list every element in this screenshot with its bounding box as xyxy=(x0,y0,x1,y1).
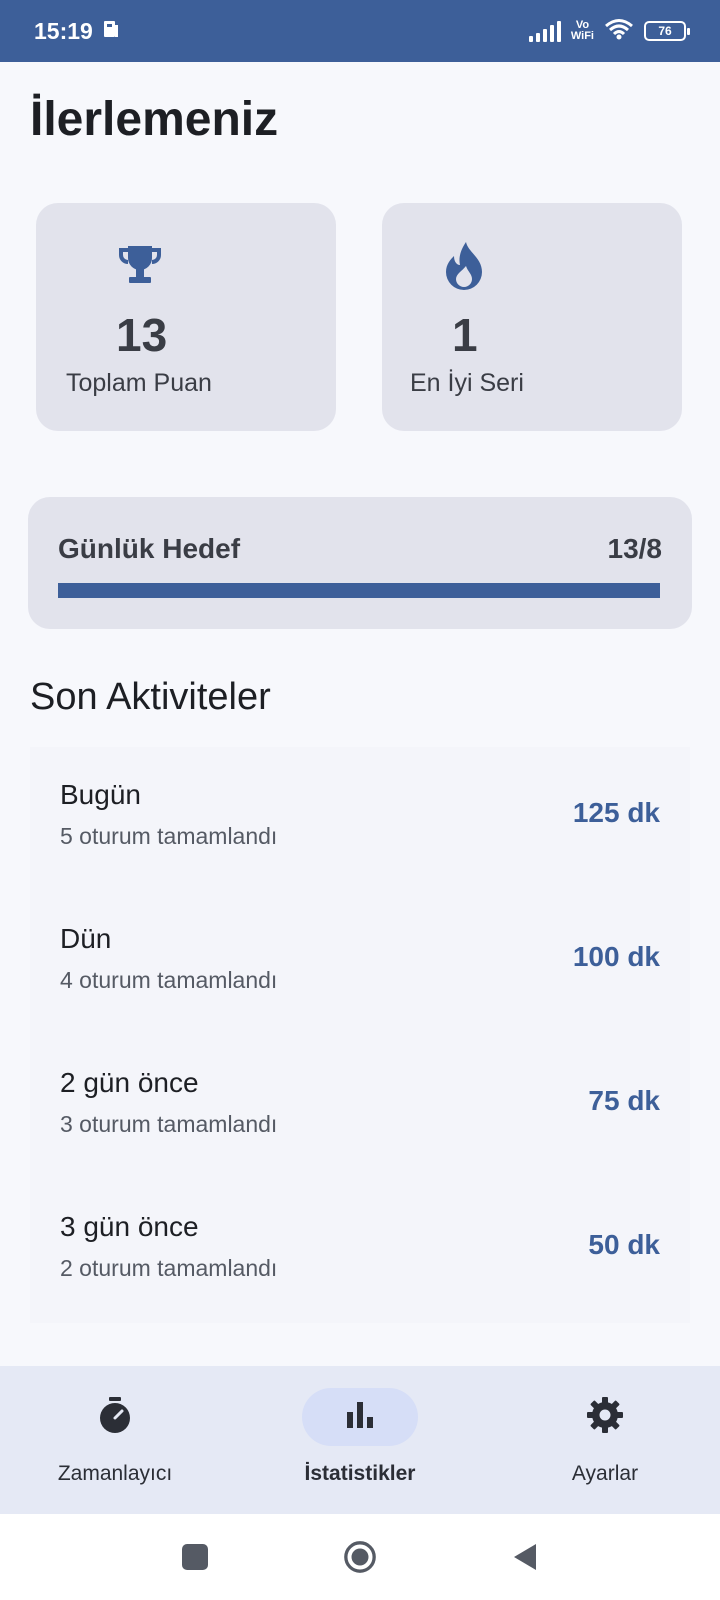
activity-row[interactable]: 2 gün önce 3 oturum tamamlandı 75 dk xyxy=(30,1035,690,1179)
stat-card-best-streak: 1 En İyi Seri xyxy=(382,203,682,431)
bottom-navigation: Zamanlayıcı İstatistikler Ayarlar xyxy=(0,1366,720,1514)
stat-value: 1 xyxy=(452,309,478,361)
activity-duration: 125 dk xyxy=(572,797,660,828)
stat-label: En İyi Seri xyxy=(410,369,524,397)
activity-row[interactable]: Dün 4 oturum tamamlandı 100 dk xyxy=(30,891,690,1035)
nav-label: Ayarlar xyxy=(571,1462,639,1485)
daily-goal-progress-bar xyxy=(58,583,660,598)
recent-activities-title: Son Aktiviteler xyxy=(30,676,271,718)
activity-duration: 50 dk xyxy=(588,1229,660,1260)
nav-label: İstatistikler xyxy=(304,1462,416,1485)
system-navigation-bar xyxy=(0,1514,720,1600)
activity-title: Dün xyxy=(60,923,112,954)
home-icon[interactable] xyxy=(343,1540,377,1574)
battery-icon: 76 xyxy=(644,21,690,41)
signal-icon xyxy=(528,20,561,42)
nav-label: Zamanlayıcı xyxy=(57,1462,173,1485)
activity-subtitle: 2 oturum tamamlandı xyxy=(60,1255,278,1281)
sim-icon xyxy=(101,18,121,45)
activity-title: Bugün xyxy=(60,779,141,810)
activity-title: 3 gün önce xyxy=(60,1211,199,1242)
stat-card-total-points: 13 Toplam Puan xyxy=(36,203,336,431)
activity-subtitle: 5 oturum tamamlandı xyxy=(60,823,278,849)
activity-subtitle: 4 oturum tamamlandı xyxy=(60,967,278,993)
activity-subtitle: 3 oturum tamamlandı xyxy=(60,1111,278,1137)
gear-icon xyxy=(585,1395,625,1440)
stat-value: 13 xyxy=(116,309,168,361)
nav-item-statistics[interactable]: İstatistikler xyxy=(260,1388,460,1498)
daily-goal-value: 13/8 xyxy=(607,533,663,564)
recents-icon[interactable] xyxy=(178,1540,212,1574)
trophy-icon xyxy=(114,239,166,291)
bar-chart-icon xyxy=(343,1398,377,1437)
wifi-icon xyxy=(604,18,634,45)
activity-duration: 75 dk xyxy=(588,1085,660,1116)
activity-row[interactable]: Bugün 5 oturum tamamlandı 125 dk xyxy=(30,747,690,891)
nav-item-timer[interactable]: Zamanlayıcı xyxy=(15,1388,215,1498)
activity-duration: 100 dk xyxy=(572,941,660,972)
flame-icon xyxy=(438,239,490,291)
nav-item-settings[interactable]: Ayarlar xyxy=(505,1388,705,1498)
daily-goal-progress-fill xyxy=(58,583,660,598)
stat-label: Toplam Puan xyxy=(66,369,212,397)
back-icon[interactable] xyxy=(508,1540,542,1574)
stopwatch-icon xyxy=(95,1395,135,1440)
page-title: İlerlemeniz xyxy=(30,93,279,146)
activity-title: 2 gün önce xyxy=(60,1067,199,1098)
vowifi-icon: Vo WiFi xyxy=(570,19,594,42)
activity-row[interactable]: 3 gün önce 2 oturum tamamlandı 50 dk xyxy=(30,1179,690,1323)
status-time: 15:19 xyxy=(34,17,93,44)
daily-goal-label: Günlük Hedef xyxy=(58,533,241,564)
daily-goal-card: Günlük Hedef 13/8 xyxy=(28,497,692,629)
status-bar: 15:19 Vo WiFi 76 xyxy=(0,0,720,62)
